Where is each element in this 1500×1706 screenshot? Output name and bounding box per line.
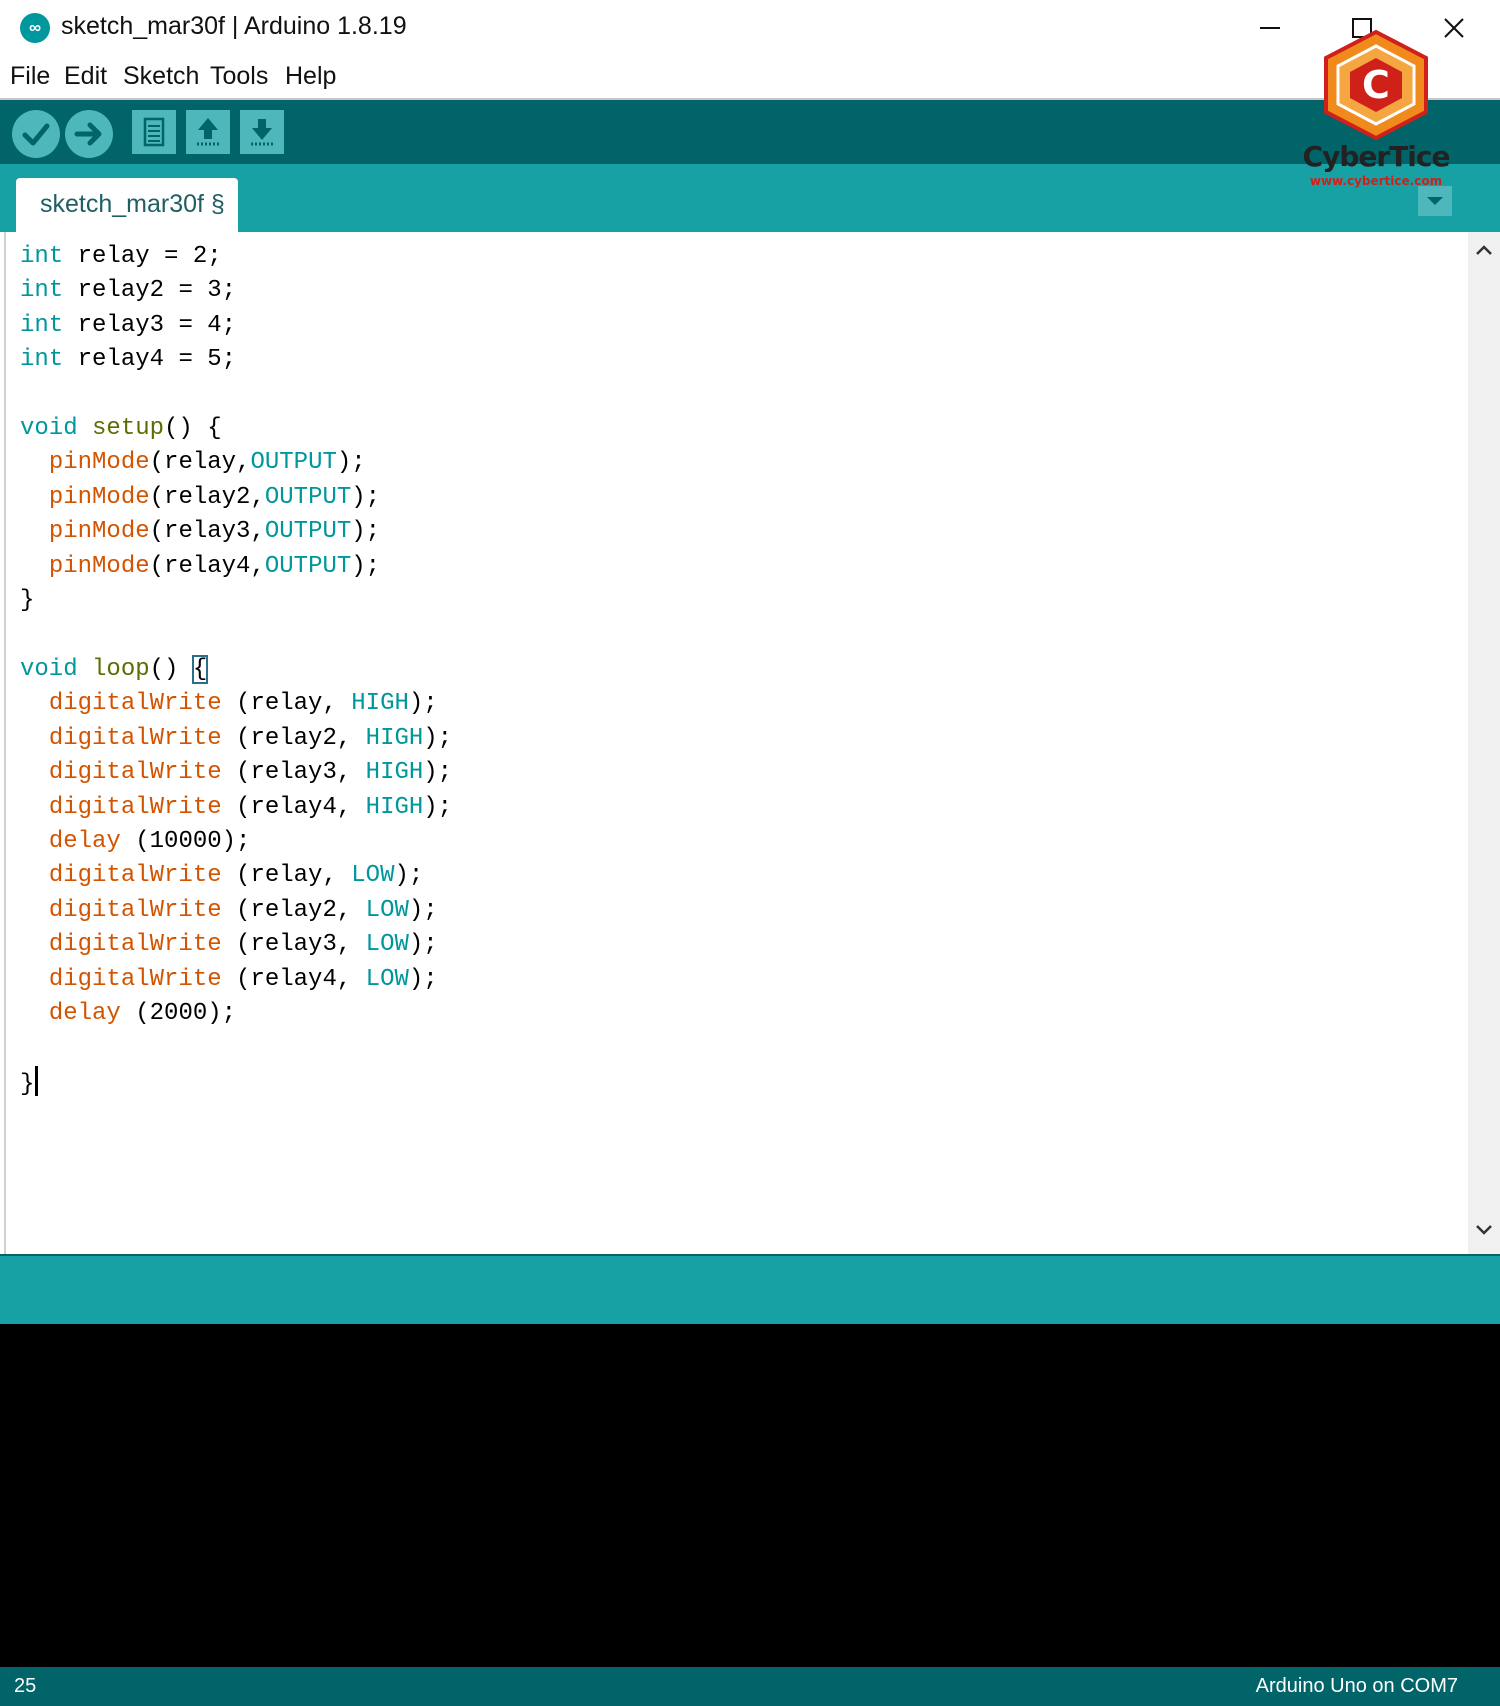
status-board: Arduino Uno on COM7 [1255, 1675, 1458, 1697]
title-bar: ∞ sketch_mar30f | Arduino 1.8.19 [0, 0, 1500, 56]
text-caret [35, 1065, 39, 1096]
chevron-up-icon[interactable] [1474, 242, 1494, 258]
code-editor[interactable]: int relay = 2; int relay2 = 3; int relay… [4, 232, 1470, 1254]
console-output[interactable] [0, 1324, 1500, 1667]
watermark-name: CyberTice [1302, 140, 1451, 173]
cybertice-logo-icon: C [1324, 29, 1428, 140]
open-icon [197, 118, 219, 146]
toolbar [0, 100, 1500, 252]
verify-icon [22, 123, 50, 146]
menu-bar: File Edit Sketch Tools Help [0, 58, 1500, 100]
save-icon [251, 119, 273, 146]
new-button[interactable] [132, 110, 176, 154]
message-bar [0, 1254, 1500, 1326]
status-bar: 25 Arduino Uno on COM7 [0, 1667, 1500, 1706]
menu-help[interactable]: Help [285, 62, 336, 91]
menu-file[interactable]: File [10, 62, 50, 91]
upload-button[interactable] [65, 110, 113, 158]
new-icon [143, 117, 165, 147]
code-text[interactable]: int relay = 2; int relay2 = 3; int relay… [20, 240, 452, 1102]
window-title: sketch_mar30f | Arduino 1.8.19 [61, 12, 407, 40]
tab-sketch[interactable]: sketch_mar30f § [16, 178, 238, 232]
editor-scrollbar[interactable] [1468, 232, 1500, 1254]
verify-button[interactable] [12, 110, 60, 158]
svg-text:C: C [1362, 63, 1390, 107]
menu-sketch[interactable]: Sketch [123, 62, 199, 91]
menu-tools[interactable]: Tools [210, 62, 268, 91]
save-button[interactable] [240, 110, 284, 154]
minimize-icon [1260, 27, 1280, 29]
menu-edit[interactable]: Edit [64, 62, 107, 91]
status-line-number: 25 [14, 1675, 37, 1697]
tab-label: sketch_mar30f § [40, 190, 225, 218]
tab-bar: sketch_mar30f § [0, 164, 1500, 232]
cybertice-watermark: C CyberTice www.cybertice.com [1296, 28, 1456, 196]
chevron-down-icon[interactable] [1474, 1222, 1494, 1238]
arduino-infinity-icon: ∞ [20, 13, 50, 43]
open-button[interactable] [186, 110, 230, 154]
upload-icon [74, 122, 102, 146]
watermark-url: www.cybertice.com [1309, 174, 1443, 188]
